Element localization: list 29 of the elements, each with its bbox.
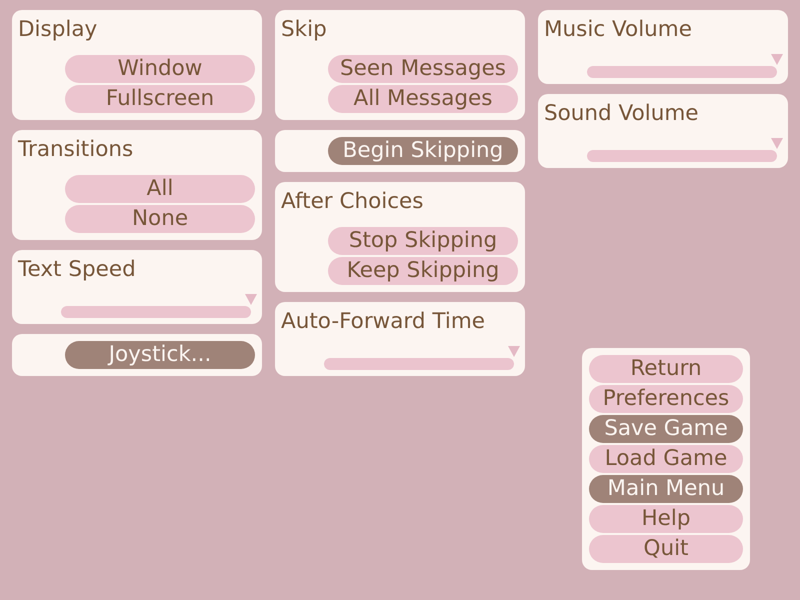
section-title: After Choices <box>281 189 424 215</box>
option-button[interactable]: Keep Skipping <box>328 257 518 285</box>
menu-button[interactable]: Help <box>589 505 743 533</box>
section-title: Sound Volume <box>544 101 700 127</box>
option-button[interactable]: Fullscreen <box>65 85 255 113</box>
slider-thumb-icon[interactable] <box>771 138 783 149</box>
slider-track[interactable] <box>587 66 777 78</box>
section-title: Music Volume <box>544 17 693 43</box>
menu-button[interactable]: Preferences <box>589 385 743 413</box>
slider-thumb-icon[interactable] <box>245 294 257 305</box>
option-button[interactable]: None <box>65 205 255 233</box>
section-title: Auto-Forward Time <box>281 309 486 335</box>
option-button[interactable]: All Messages <box>328 85 518 113</box>
slider-thumb-icon[interactable] <box>508 346 520 357</box>
section-title: Text Speed <box>18 257 137 283</box>
menu-button[interactable]: Quit <box>589 535 743 563</box>
slider-track[interactable] <box>587 150 777 162</box>
section-title: Display <box>18 17 98 43</box>
slider-track[interactable] <box>61 306 251 318</box>
menu-button[interactable]: Load Game <box>589 445 743 473</box>
slider-thumb-icon[interactable] <box>771 54 783 65</box>
slider-track[interactable] <box>324 358 514 370</box>
menu-button[interactable]: Return <box>589 355 743 383</box>
option-button[interactable]: Window <box>65 55 255 83</box>
section-title: Skip <box>281 17 328 43</box>
section-title: Transitions <box>18 137 134 163</box>
option-button[interactable]: Seen Messages <box>328 55 518 83</box>
option-button[interactable]: All <box>65 175 255 203</box>
option-button[interactable]: Stop Skipping <box>328 227 518 255</box>
